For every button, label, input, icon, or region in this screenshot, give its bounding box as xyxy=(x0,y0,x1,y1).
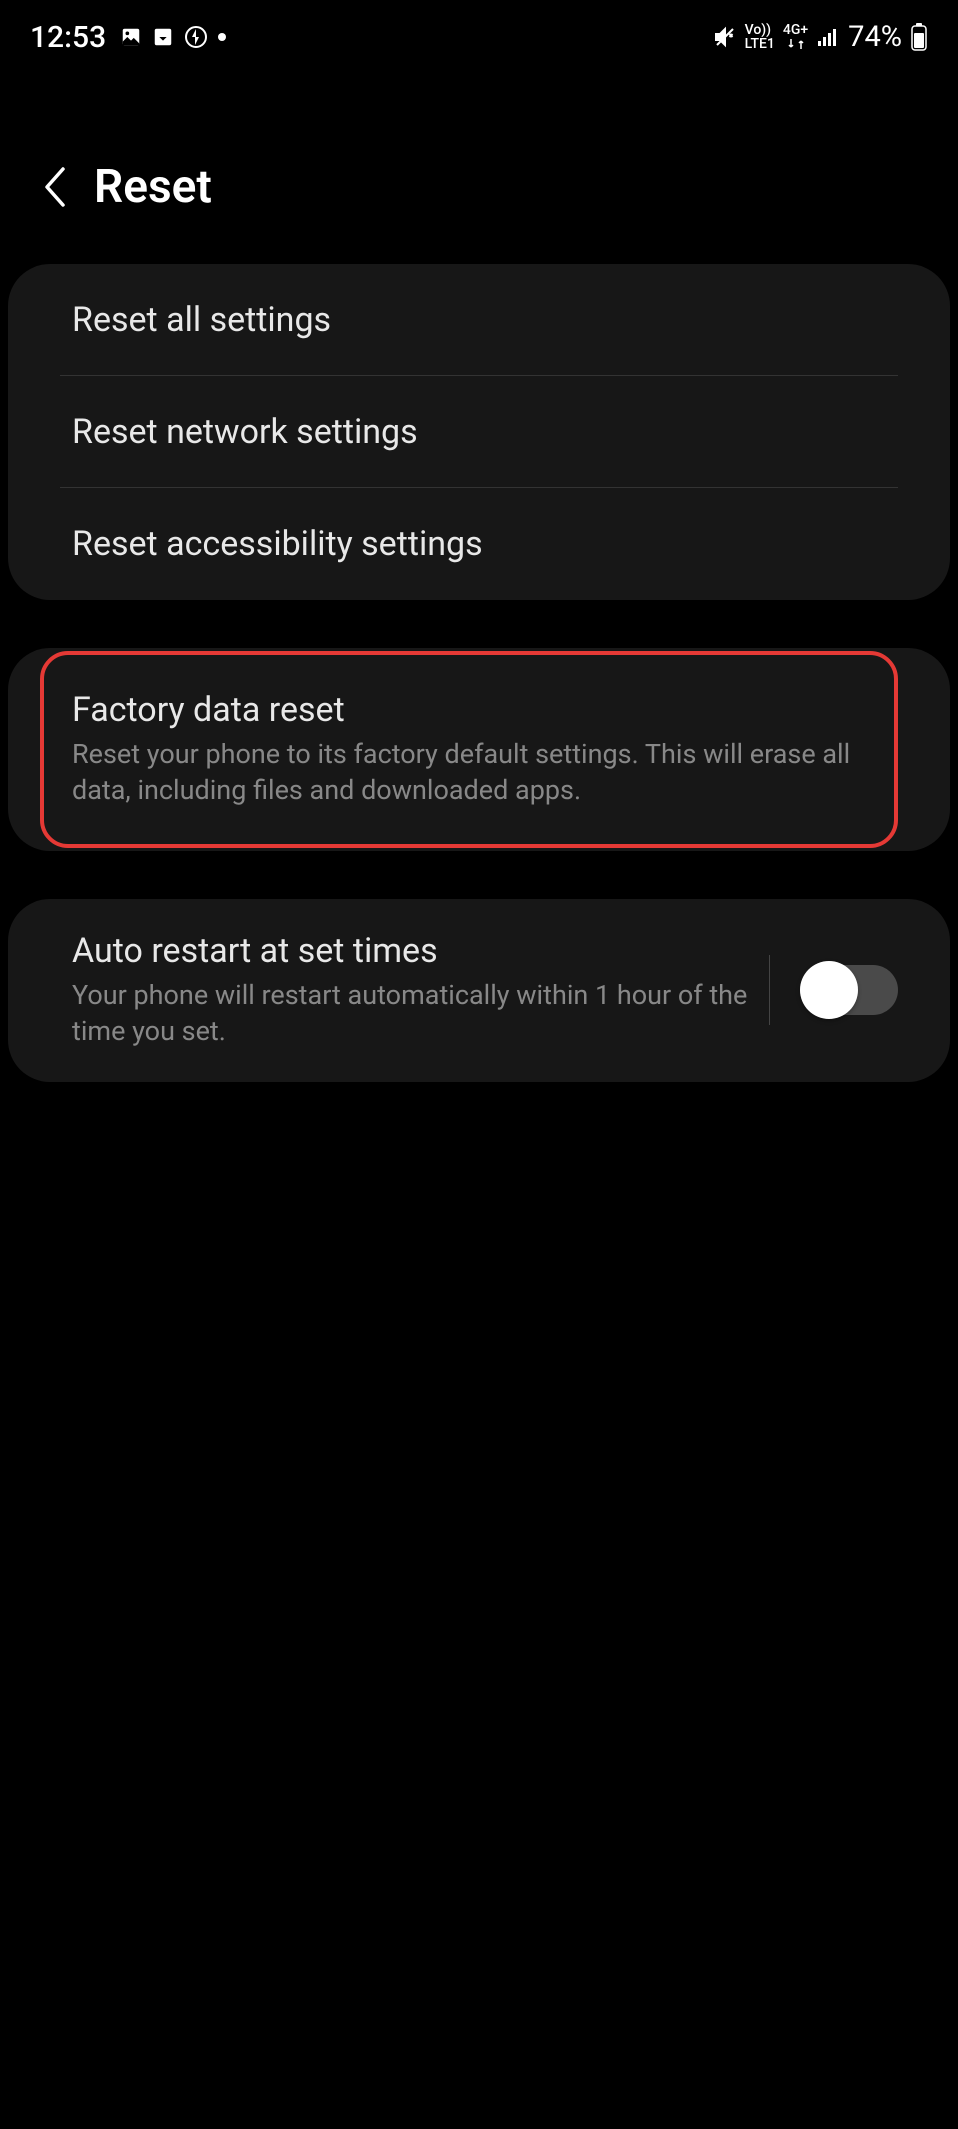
battery-icon xyxy=(910,23,928,51)
back-button[interactable] xyxy=(40,163,70,211)
auto-restart-item[interactable]: Auto restart at set times Your phone wil… xyxy=(8,899,950,1082)
setting-title: Factory data reset xyxy=(72,690,886,730)
reset-options-section: Reset all settings Reset network setting… xyxy=(8,264,950,600)
reset-accessibility-settings-item[interactable]: Reset accessibility settings xyxy=(8,488,950,600)
page-header: Reset xyxy=(0,70,958,264)
page-title: Reset xyxy=(94,160,212,214)
network-type-label: 4G+ xyxy=(783,23,808,51)
toggle-knob xyxy=(800,961,858,1019)
mute-icon xyxy=(713,25,737,49)
status-left: 12:53 xyxy=(30,20,226,55)
setting-title: Reset accessibility settings xyxy=(72,524,886,564)
factory-data-reset-item[interactable]: Factory data reset Reset your phone to i… xyxy=(8,648,950,851)
auto-restart-section: Auto restart at set times Your phone wil… xyxy=(8,899,950,1082)
clock-time: 12:53 xyxy=(30,20,106,55)
download-icon xyxy=(152,26,174,48)
status-right: Vo)) LTE1 4G+ 74% xyxy=(713,20,928,54)
volte-label: Vo)) LTE1 xyxy=(745,23,775,51)
setting-subtitle: Reset your phone to its factory default … xyxy=(72,736,886,809)
more-notifications-dot xyxy=(218,33,226,41)
setting-text: Auto restart at set times Your phone wil… xyxy=(72,931,769,1050)
status-bar: 12:53 Vo)) LTE1 4G+ 74% xyxy=(0,0,958,70)
setting-title: Auto restart at set times xyxy=(72,931,769,971)
signal-icon xyxy=(816,27,840,47)
auto-restart-toggle[interactable] xyxy=(800,965,898,1015)
battery-percentage: 74% xyxy=(848,20,902,54)
reset-all-settings-item[interactable]: Reset all settings xyxy=(8,264,950,376)
reset-network-settings-item[interactable]: Reset network settings xyxy=(8,376,950,488)
gallery-icon xyxy=(120,26,142,48)
setting-title: Reset all settings xyxy=(72,300,886,340)
setting-subtitle: Your phone will restart automatically wi… xyxy=(72,977,769,1050)
factory-reset-section: Factory data reset Reset your phone to i… xyxy=(8,648,950,851)
app-update-icon xyxy=(184,25,208,49)
setting-title: Reset network settings xyxy=(72,412,886,452)
toggle-divider-container xyxy=(769,955,898,1025)
